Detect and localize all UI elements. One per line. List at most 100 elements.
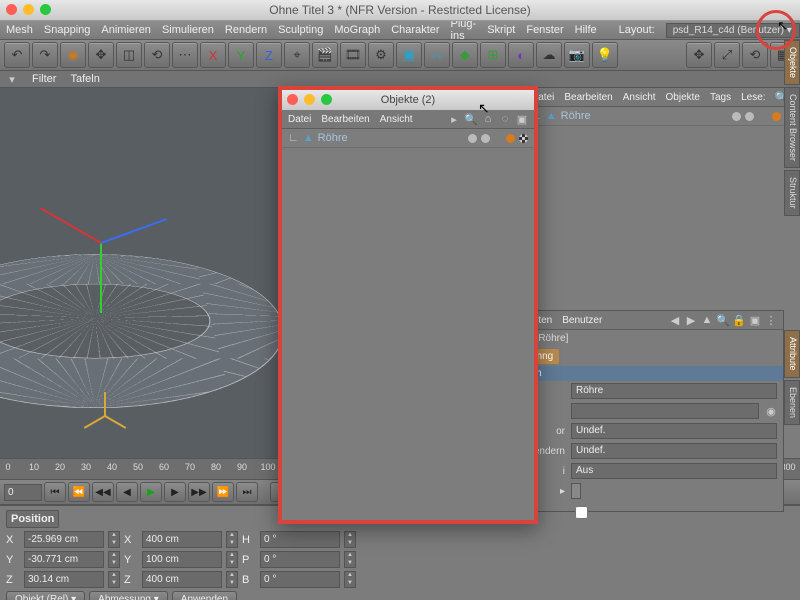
spinner[interactable]: ▲▼: [108, 571, 120, 588]
sidetab-struktur[interactable]: Struktur: [784, 170, 800, 216]
objmgr-menu-tags[interactable]: Tags: [710, 92, 731, 103]
menu-fenster[interactable]: Fenster: [526, 24, 563, 36]
coord-system[interactable]: ⌖: [284, 42, 310, 68]
current-frame-field[interactable]: 0: [4, 484, 42, 501]
attr-fwd-icon[interactable]: ▶: [685, 314, 697, 326]
array-generator[interactable]: ⊞: [480, 42, 506, 68]
filter-funnel-icon[interactable]: ▾: [6, 73, 18, 85]
spinner[interactable]: ▲▼: [344, 571, 356, 588]
deformer[interactable]: ◐: [508, 42, 534, 68]
attr-editor-vis[interactable]: Undef.: [571, 423, 777, 439]
spline-primitive[interactable]: 〰: [424, 42, 450, 68]
attr-back-icon[interactable]: ◀: [669, 314, 681, 326]
last-tool[interactable]: ⋯: [172, 42, 198, 68]
float-eye-icon[interactable]: ◌: [499, 113, 511, 125]
menu-rendern[interactable]: Rendern: [225, 24, 267, 36]
render-pv[interactable]: 🎞: [340, 42, 366, 68]
spinner[interactable]: ▲▼: [226, 571, 238, 588]
sidetab-attribute[interactable]: Attribute: [784, 330, 800, 378]
layer-picker-icon[interactable]: ◉: [765, 405, 777, 417]
play-button[interactable]: ▶: [140, 482, 162, 502]
float-row-roehre[interactable]: ∟ ▲ Röhre: [282, 129, 534, 148]
menu-sculpting[interactable]: Sculpting: [278, 24, 323, 36]
attr-new-icon[interactable]: ▣: [749, 314, 761, 326]
float-zoom[interactable]: [321, 94, 332, 105]
float-tag-phong[interactable]: [506, 134, 515, 143]
coord-size-y[interactable]: 100 cm: [142, 551, 222, 568]
sidetab-content-browser[interactable]: Content Browser: [784, 87, 800, 168]
objmgr-menu-lese[interactable]: Lese:: [741, 92, 765, 103]
attr-search-icon[interactable]: 🔍: [717, 314, 729, 326]
next-key-button[interactable]: ▶▶: [188, 482, 210, 502]
spinner[interactable]: ▲▼: [226, 531, 238, 548]
coord-pos-z[interactable]: 30.14 cm: [24, 571, 104, 588]
spinner[interactable]: ▲▼: [344, 551, 356, 568]
menu-mesh[interactable]: Mesh: [6, 24, 33, 36]
menu-skript[interactable]: Skript: [487, 24, 515, 36]
objmgr-menu-ansicht[interactable]: Ansicht: [623, 92, 656, 103]
float-home-icon[interactable]: ⌂: [482, 113, 494, 125]
float-menu-ansicht[interactable]: Ansicht: [380, 114, 413, 125]
prev-key-button[interactable]: ◀◀: [92, 482, 114, 502]
attr-menu-icon[interactable]: ⋮: [765, 314, 777, 326]
float-menu-bearbeiten[interactable]: Bearbeiten: [321, 114, 369, 125]
undo-button[interactable]: ↶: [4, 42, 30, 68]
step-fwd-button[interactable]: ⏩: [212, 482, 234, 502]
coord-rot-b[interactable]: 0 °: [260, 571, 340, 588]
axis-x-lock[interactable]: X: [200, 42, 226, 68]
next-frame-button[interactable]: ▶: [164, 482, 186, 502]
viewport-move-icon[interactable]: ✥: [686, 42, 712, 68]
minimize-window[interactable]: [23, 4, 34, 15]
float-object-name[interactable]: Röhre: [318, 132, 348, 144]
objmgr-menu-bearbeiten[interactable]: Bearbeiten: [564, 92, 612, 103]
axis-z-lock[interactable]: Z: [256, 42, 282, 68]
float-minimize[interactable]: [304, 94, 315, 105]
light[interactable]: 💡: [592, 42, 618, 68]
menu-plugins[interactable]: Plug-ins: [451, 18, 477, 42]
coord-apply-button[interactable]: Anwenden: [172, 591, 237, 600]
attr-menu-benutzer[interactable]: Benutzer: [562, 315, 602, 326]
float-menu-datei[interactable]: Datei: [288, 114, 311, 125]
attr-display-mode[interactable]: Aus: [571, 463, 777, 479]
menu-hilfe[interactable]: Hilfe: [575, 24, 597, 36]
coord-rot-h[interactable]: 0 °: [260, 531, 340, 548]
float-titlebar[interactable]: Objekte (2): [282, 90, 534, 110]
environment[interactable]: ☁: [536, 42, 562, 68]
spinner[interactable]: ▲▼: [344, 531, 356, 548]
float-vis-render[interactable]: [481, 134, 490, 143]
visibility-render-dot[interactable]: [745, 112, 754, 121]
spinner[interactable]: ▲▼: [108, 531, 120, 548]
render-view[interactable]: 🎬: [312, 42, 338, 68]
select-tool[interactable]: ◉: [60, 42, 86, 68]
render-settings[interactable]: ⚙: [368, 42, 394, 68]
attr-xray-checkbox[interactable]: [575, 506, 588, 519]
attr-name-field[interactable]: Röhre: [571, 383, 777, 399]
cube-primitive[interactable]: ▣: [396, 42, 422, 68]
menu-animieren[interactable]: Animieren: [101, 24, 151, 36]
coord-dim-button[interactable]: Abmessung ▾: [89, 591, 168, 600]
coord-size-z[interactable]: 400 cm: [142, 571, 222, 588]
float-vis-editor[interactable]: [468, 134, 477, 143]
step-back-button[interactable]: ⏪: [68, 482, 90, 502]
nurbs[interactable]: ◆: [452, 42, 478, 68]
attr-up-icon[interactable]: ▲: [701, 314, 713, 326]
spinner[interactable]: ▲▼: [226, 551, 238, 568]
float-dock-icon[interactable]: ▣: [516, 113, 528, 125]
tag-phong-icon[interactable]: [772, 112, 781, 121]
viewport-rotate-icon[interactable]: ⟲: [742, 42, 768, 68]
coord-rot-p[interactable]: 0 °: [260, 551, 340, 568]
sidetab-objekte[interactable]: Objekte: [784, 40, 800, 85]
attr-lock-icon[interactable]: 🔒: [733, 314, 745, 326]
float-search-icon[interactable]: 🔍: [465, 113, 477, 125]
visibility-editor-dot[interactable]: [732, 112, 741, 121]
sidetab-ebenen[interactable]: Ebenen: [784, 380, 800, 425]
spinner[interactable]: ▲▼: [108, 551, 120, 568]
coord-mode-button[interactable]: Objekt (Rel) ▾: [6, 591, 85, 600]
redo-button[interactable]: ↷: [32, 42, 58, 68]
floating-object-manager[interactable]: Objekte (2) Datei Bearbeiten Ansicht ▸ 🔍…: [278, 86, 538, 524]
menu-snapping[interactable]: Snapping: [44, 24, 91, 36]
attr-render-vis[interactable]: Undef.: [571, 443, 777, 459]
camera[interactable]: 📷: [564, 42, 590, 68]
prev-frame-button[interactable]: ◀: [116, 482, 138, 502]
attr-color-swatch[interactable]: [571, 483, 581, 499]
